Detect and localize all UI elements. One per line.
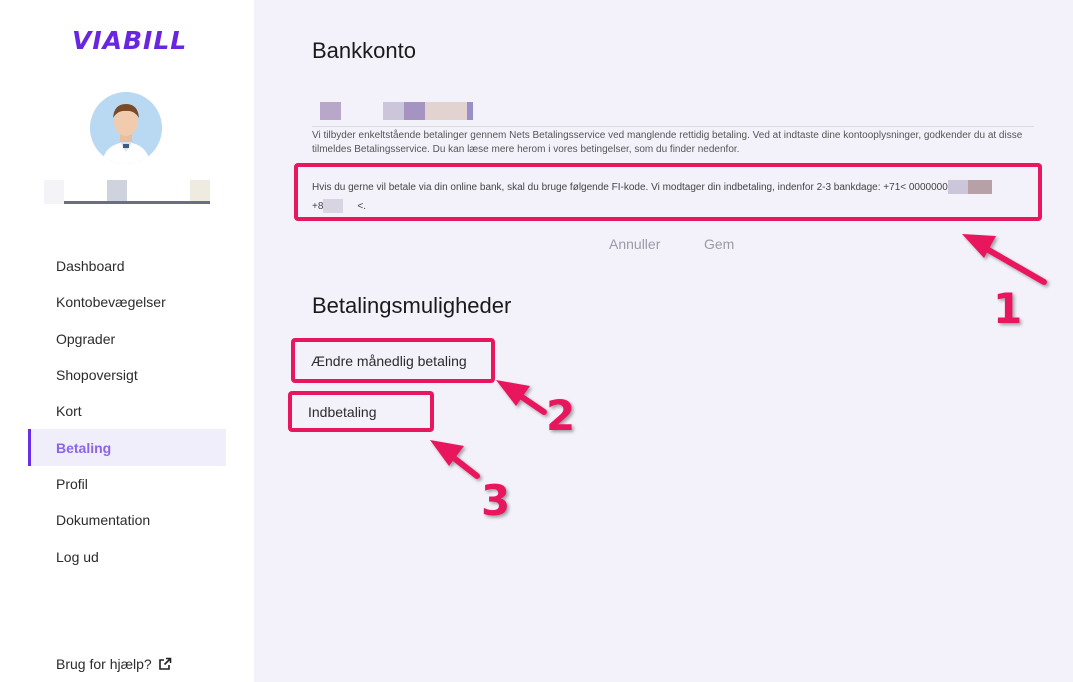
arrow-1-icon xyxy=(962,234,1047,285)
annotation-number: 1 xyxy=(993,284,1023,333)
arrow-2-icon xyxy=(496,380,547,415)
annotation-arrows xyxy=(430,234,1047,479)
annotation-number: 3 xyxy=(481,476,511,525)
arrow-3-icon xyxy=(430,440,480,479)
annotation-number: 2 xyxy=(546,391,576,440)
